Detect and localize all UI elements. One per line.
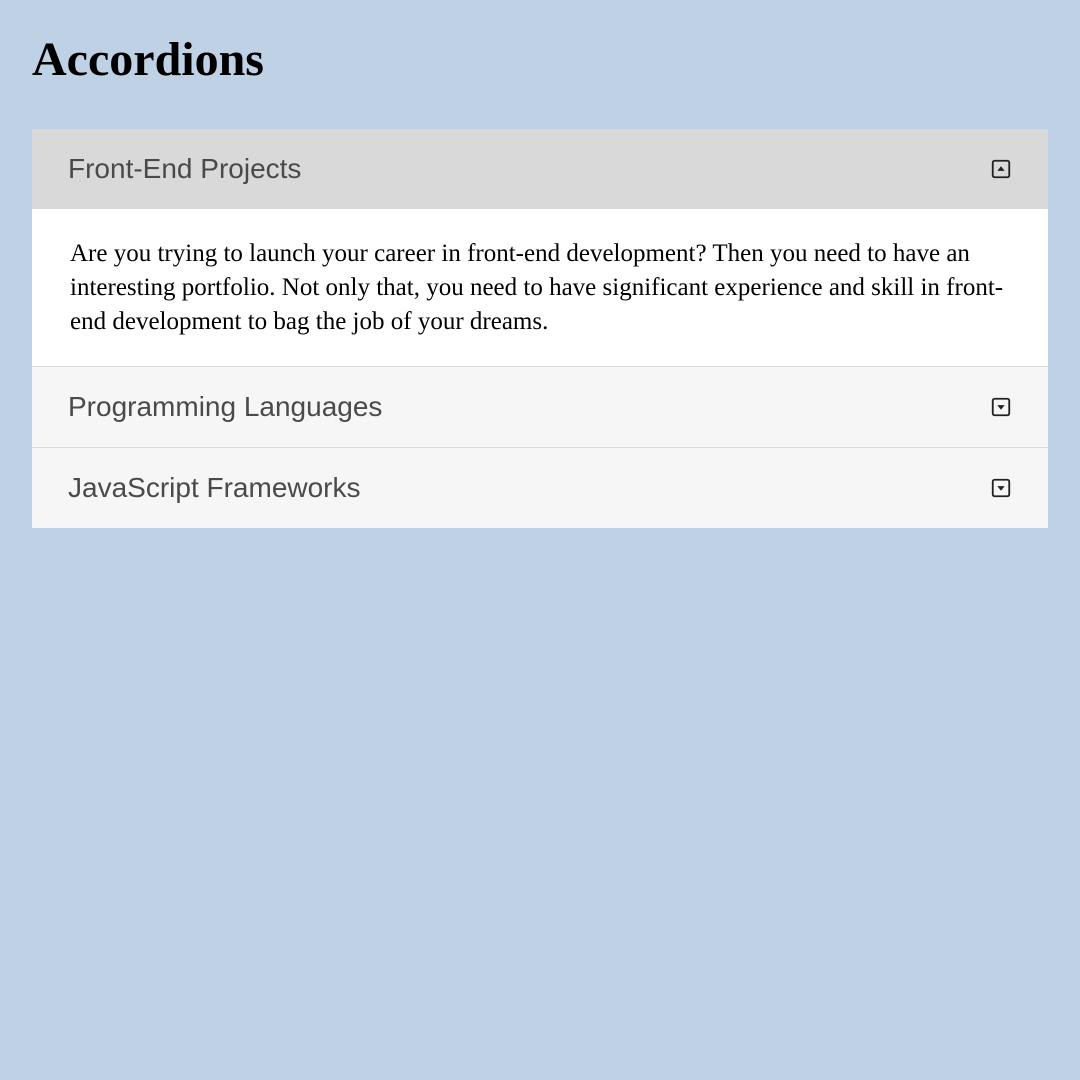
accordion-header-programming-languages[interactable]: Programming Languages (32, 367, 1048, 447)
accordion-title: Programming Languages (68, 391, 382, 423)
accordion-content: Are you trying to launch your career in … (32, 209, 1048, 366)
accordion-container: Front-End Projects Are you trying to lau… (32, 129, 1048, 528)
page-title: Accordions (32, 32, 1048, 87)
accordion-header-javascript-frameworks[interactable]: JavaScript Frameworks (32, 448, 1048, 528)
accordion-item-javascript-frameworks: JavaScript Frameworks (32, 448, 1048, 528)
caret-up-icon (990, 158, 1012, 180)
accordion-item-programming-languages: Programming Languages (32, 367, 1048, 448)
accordion-title: JavaScript Frameworks (68, 472, 361, 504)
accordion-item-front-end-projects: Front-End Projects Are you trying to lau… (32, 129, 1048, 367)
caret-down-icon (990, 396, 1012, 418)
accordion-header-front-end-projects[interactable]: Front-End Projects (32, 129, 1048, 209)
accordion-title: Front-End Projects (68, 153, 301, 185)
caret-down-icon (990, 477, 1012, 499)
